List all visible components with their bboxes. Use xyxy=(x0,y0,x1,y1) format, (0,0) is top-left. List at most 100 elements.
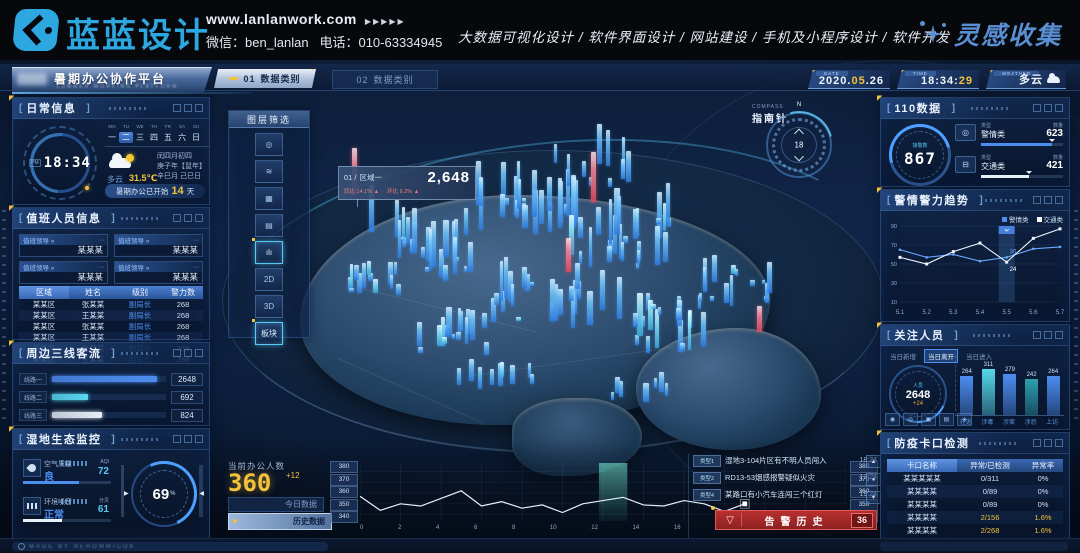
table-row[interactable]: 某某某某0/890% xyxy=(887,485,1063,498)
panel-header-icons[interactable] xyxy=(173,214,203,222)
table-row[interactable]: 某某区张某某副局长268 xyxy=(19,321,203,332)
clock-time: 18:34 xyxy=(44,155,91,171)
watch-bar: 264 xyxy=(1047,369,1060,415)
mode-3d-icon[interactable]: 3D xyxy=(255,295,283,318)
brand-phone: 电话：010-63334945 xyxy=(319,35,442,50)
duty-leader-card[interactable]: 值班领导 »⋯某某某 xyxy=(114,234,203,257)
watch-tab[interactable]: 当日离开 xyxy=(924,349,958,363)
weekday-cell[interactable]: SA六 xyxy=(175,124,189,143)
panel-title: 值班人员信息 xyxy=(26,210,101,226)
panel-title: 湿地生态监控 xyxy=(26,431,101,447)
x-tick: 10 xyxy=(550,525,557,531)
lunar-calendar: 闰四月初四庚子年【鼠年】辛巳月 己巳日 xyxy=(157,152,206,182)
weekday-cell[interactable]: MO一 xyxy=(105,124,119,143)
weekday-cell[interactable]: TU二 xyxy=(119,124,133,143)
grid-icon[interactable]: ▦ xyxy=(255,187,283,210)
watch-bar-label: 涉恐 xyxy=(1025,417,1037,426)
panel-header-icons[interactable] xyxy=(1033,104,1063,112)
today-data-button[interactable]: 今日数据 xyxy=(228,497,324,512)
watch-mini-icon[interactable]: ◎ xyxy=(903,413,918,426)
panel-header-icons[interactable] xyxy=(1033,196,1063,204)
deco-ticks-right xyxy=(1074,210,1078,420)
panel-header-icons[interactable] xyxy=(1033,331,1063,339)
watch-mini-icon[interactable]: ◉ xyxy=(885,413,900,426)
watch-bar-labels: 在逃涉毒涉案涉恐上访 xyxy=(955,417,1063,426)
watch-mini-icon[interactable]: ▣ xyxy=(921,413,936,426)
watch-bar-chart: 264311279242264 xyxy=(955,355,1064,416)
alert-text: 某路口有小汽车连闯三个红灯 xyxy=(725,489,855,500)
compass-dial[interactable]: N 18 xyxy=(766,112,832,178)
watch-mini-icon[interactable]: ▤ xyxy=(939,413,954,426)
brand-url[interactable]: www.lanlanwork.com xyxy=(206,11,357,27)
svg-text:5.5: 5.5 xyxy=(1002,310,1011,316)
weekday-cell[interactable]: TH四 xyxy=(147,124,161,143)
block-icon[interactable]: 板块 xyxy=(255,322,283,345)
map-land-se[interactable] xyxy=(636,328,821,450)
panel-header-icons[interactable] xyxy=(173,104,203,112)
x-tick: 0 xyxy=(360,525,363,531)
office-value: 360 xyxy=(228,469,271,497)
cloud-icon xyxy=(1047,76,1060,83)
watch-bar: 279 xyxy=(1003,367,1016,415)
tooltip-mom: 环比 6.2% ▲ xyxy=(387,187,419,195)
watch-tab[interactable]: 当日新增 xyxy=(887,350,919,362)
svg-text:5.2: 5.2 xyxy=(922,310,931,316)
weekday-cell[interactable]: WE三 xyxy=(133,124,147,143)
monitor-icon[interactable]: ◎ xyxy=(255,133,283,156)
alert-scroll-controls[interactable]: ▲ ● ▼ xyxy=(866,455,881,504)
y-tick: 370 xyxy=(330,474,358,486)
footer-icon xyxy=(18,543,25,550)
alert-tag: 类型2 xyxy=(693,472,721,484)
table-row[interactable]: 某某某某0/890% xyxy=(887,498,1063,511)
duty-leader-card[interactable]: 值班领导 »⋯某某某 xyxy=(19,234,108,257)
duty-table-header: 区域姓名级别警力数 xyxy=(19,286,203,299)
alert-text: 湿地3-104片区有不明人员闯入 xyxy=(725,455,855,466)
page-subtitle: SUMMER WORKING PLATFORM xyxy=(56,84,178,90)
weather-value: 多云 xyxy=(1019,74,1043,86)
svg-text:30: 30 xyxy=(891,281,897,287)
panel-header-icons[interactable] xyxy=(1033,439,1063,447)
office-delta: +12 xyxy=(286,471,300,480)
meridiem-label: PM xyxy=(29,159,41,167)
type-stat-row: ◎类型警情类数量623 xyxy=(955,122,1063,152)
panel-header-icons[interactable] xyxy=(173,435,203,443)
map-tooltip[interactable]: 01 /区域一2,648 同比 14.1% ▲环比 6.2% ▲ xyxy=(338,166,476,200)
table-row[interactable]: 某某某某2/1561.6% xyxy=(887,511,1063,524)
svg-text:24: 24 xyxy=(1010,267,1017,273)
svg-text:5.3: 5.3 xyxy=(949,310,958,316)
weekday-cell[interactable]: FR五 xyxy=(161,124,175,143)
alert-history-button[interactable]: ▽ 告警历史 36 xyxy=(715,510,877,530)
tab-data-category-2[interactable]: 02 数据类别 xyxy=(332,70,438,89)
table-row[interactable]: 某某区王某某副局长268 xyxy=(19,310,203,321)
x-tick: 12 xyxy=(591,525,598,531)
tab-data-category-1[interactable]: 01 数据类别 xyxy=(214,69,316,88)
panel-transit-flow: ◤[周边三线客流] 线路一2648线路二692线路三824 xyxy=(12,342,210,426)
duty-leader-card[interactable]: 值班领导 »⋯某某某 xyxy=(19,261,108,284)
table-row[interactable]: 某某某某2/2681.6% xyxy=(887,524,1063,537)
weekday-cell[interactable]: SU日 xyxy=(189,124,203,143)
panel-header-icons[interactable] xyxy=(173,349,203,357)
alert-row[interactable]: 类型1湿地3-104片区有不明人员闯入18:24 xyxy=(693,454,881,467)
eco-gauge: 69% ▶◀ xyxy=(131,461,197,527)
flow-bar-row: 线路一2648 xyxy=(19,373,203,385)
alert-row[interactable]: 类型2RD13-53烟感报警疑似火灾17:24 xyxy=(693,471,881,484)
traffic-icon: ⊟ xyxy=(955,156,976,173)
brand-logo-icon xyxy=(12,9,60,51)
office-yaxis-left: 380370360350340 xyxy=(330,461,358,523)
panel-title: 防疫卡口检测 xyxy=(894,435,969,451)
table-row[interactable]: 某某某某某0/3110% xyxy=(887,472,1063,485)
alert-text: RD13-53烟感报警疑似火灾 xyxy=(725,472,855,483)
brand-banner: 蓝蓝设计 www.lanlanwork.com▶▶▶▶▶ 微信：ben_lanl… xyxy=(0,0,1080,61)
chart-icon[interactable]: ılı xyxy=(255,241,283,264)
svg-text:90: 90 xyxy=(891,224,897,230)
mode-2d-icon[interactable]: 2D xyxy=(255,268,283,291)
list-icon[interactable]: ▤ xyxy=(255,214,283,237)
dashboard-footer: MADE BY NEHOMMICOK xyxy=(0,538,1080,553)
history-data-button[interactable]: 历史数据 xyxy=(228,513,332,530)
signal-icon[interactable]: ≋ xyxy=(255,160,283,183)
alert-row[interactable]: 类型4某路口有小汽车连闯三个红灯19:24 xyxy=(693,488,881,501)
table-row[interactable]: 某某区张某某副局长268 xyxy=(19,299,203,310)
watch-bar-label: 涉毒 xyxy=(981,417,993,426)
duty-leader-card[interactable]: 值班领导 »⋯某某某 xyxy=(114,261,203,284)
collect-link[interactable]: 灵感收集 xyxy=(920,16,1062,52)
